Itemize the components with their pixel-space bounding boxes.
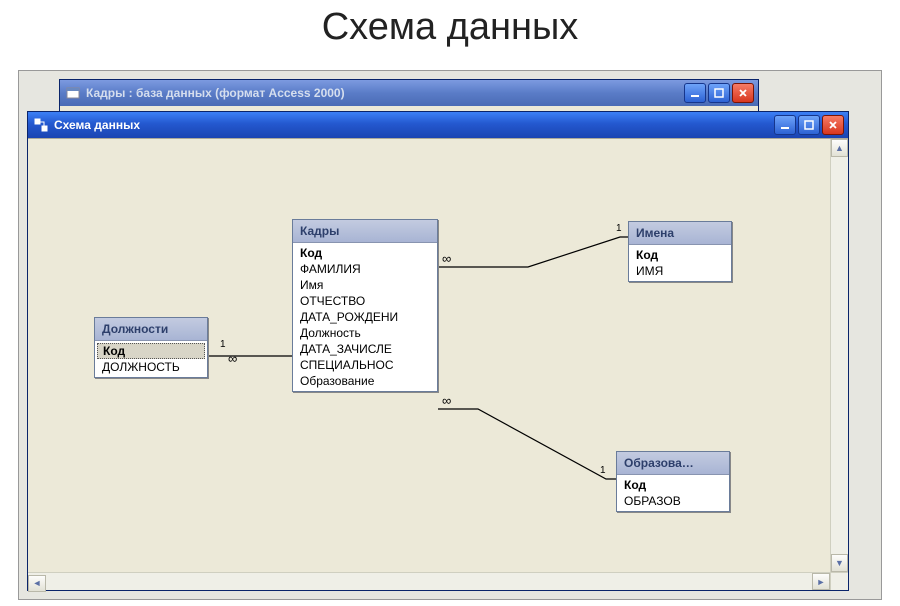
table-imena[interactable]: Имена Код ИМЯ <box>628 221 732 282</box>
scroll-left-button[interactable]: ◄ <box>28 575 46 592</box>
field[interactable]: Имя <box>293 277 437 293</box>
scroll-right-button[interactable]: ► <box>812 573 830 590</box>
field[interactable]: Должность <box>293 325 437 341</box>
field[interactable]: Образование <box>293 373 437 389</box>
cardinality-label: 1 <box>600 465 606 476</box>
cardinality-label: ∞ <box>442 251 451 266</box>
field[interactable]: ИМЯ <box>629 263 731 279</box>
table-fields: Код ОБРАЗОВ <box>617 475 729 511</box>
scroll-down-button[interactable]: ▼ <box>831 554 848 572</box>
screenshot-area: Кадры : база данных (формат Access 2000)… <box>18 70 882 600</box>
field[interactable]: ДАТА_ЗАЧИСЛЕ <box>293 341 437 357</box>
minimize-button[interactable] <box>774 115 796 135</box>
cardinality-label: 1 <box>220 339 226 350</box>
window-schema: Схема данных 1 ∞ <box>27 111 849 591</box>
close-button[interactable] <box>822 115 844 135</box>
table-header: Образова… <box>617 452 729 475</box>
maximize-button[interactable] <box>708 83 730 103</box>
maximize-button[interactable] <box>798 115 820 135</box>
field[interactable]: ДОЛЖНОСТЬ <box>95 359 207 375</box>
scroll-up-button[interactable]: ▲ <box>831 139 848 157</box>
table-fields: Код ФАМИЛИЯ Имя ОТЧЕСТВО ДАТА_РОЖДЕНИ До… <box>293 243 437 391</box>
field-pk[interactable]: Код <box>629 247 731 263</box>
table-kadry[interactable]: Кадры Код ФАМИЛИЯ Имя ОТЧЕСТВО ДАТА_РОЖД… <box>292 219 438 392</box>
table-fields: Код ИМЯ <box>629 245 731 281</box>
database-window-icon <box>66 86 80 100</box>
cardinality-label: ∞ <box>442 393 451 408</box>
schema-canvas[interactable]: 1 ∞ ∞ 1 ∞ 1 Должности Код ДОЛЖНОСТЬ Кадр… <box>28 139 830 572</box>
table-fields: Код ДОЛЖНОСТЬ <box>95 341 207 377</box>
titlebar-schema-text: Схема данных <box>54 118 774 132</box>
field[interactable]: ОБРАЗОВ <box>617 493 729 509</box>
titlebar-database[interactable]: Кадры : база данных (формат Access 2000) <box>60 80 758 106</box>
table-obrazova[interactable]: Образова… Код ОБРАЗОВ <box>616 451 730 512</box>
minimize-button[interactable] <box>684 83 706 103</box>
field[interactable]: СПЕЦИАЛЬНОС <box>293 357 437 373</box>
field-pk[interactable]: Код <box>617 477 729 493</box>
table-header: Должности <box>95 318 207 341</box>
field-pk[interactable]: Код <box>97 343 205 359</box>
field[interactable]: ОТЧЕСТВО <box>293 293 437 309</box>
page-title: Схема данных <box>0 6 900 49</box>
table-header: Кадры <box>293 220 437 243</box>
cardinality-label: 1 <box>616 223 622 234</box>
field[interactable]: ФАМИЛИЯ <box>293 261 437 277</box>
cardinality-label: ∞ <box>228 351 237 366</box>
table-header: Имена <box>629 222 731 245</box>
schema-window-icon <box>34 118 48 132</box>
field-pk[interactable]: Код <box>293 245 437 261</box>
titlebar-database-text: Кадры : база данных (формат Access 2000) <box>86 86 684 100</box>
horizontal-scrollbar[interactable]: ◄ ► <box>28 572 830 590</box>
table-dolzhnosti[interactable]: Должности Код ДОЛЖНОСТЬ <box>94 317 208 378</box>
titlebar-schema[interactable]: Схема данных <box>28 112 848 138</box>
close-button[interactable] <box>732 83 754 103</box>
field[interactable]: ДАТА_РОЖДЕНИ <box>293 309 437 325</box>
vertical-scrollbar[interactable]: ▲ ▼ <box>830 139 848 572</box>
scrollbar-corner <box>830 572 848 590</box>
